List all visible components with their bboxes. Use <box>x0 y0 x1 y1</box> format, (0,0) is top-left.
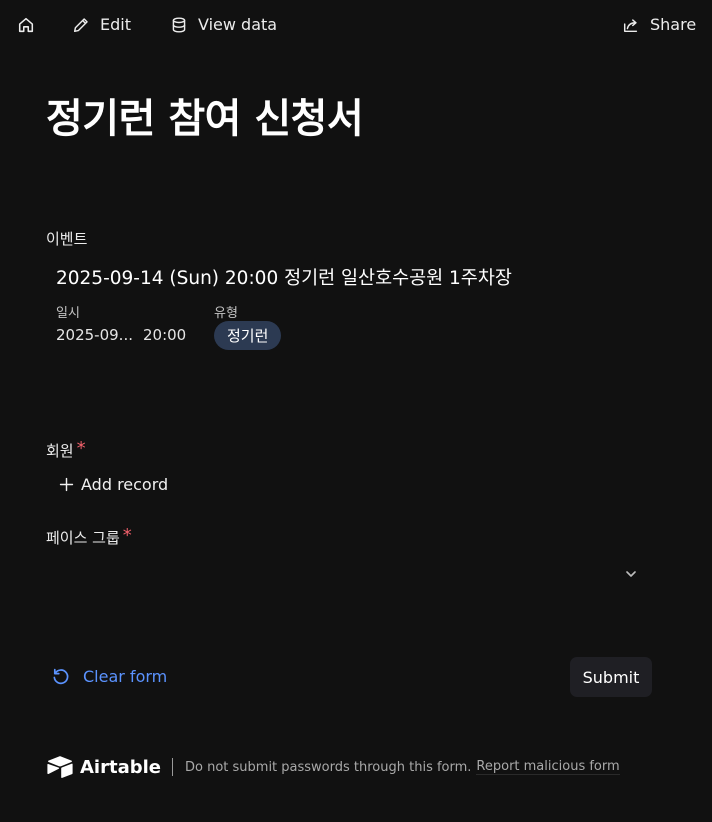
event-time-value: 20:00 <box>143 326 187 344</box>
pace-group-label-text: 페이스 그룹 <box>46 529 120 547</box>
pace-group-select[interactable] <box>46 556 652 596</box>
required-mark: * <box>122 525 132 546</box>
chevron-down-icon[interactable] <box>624 567 638 581</box>
view-data-label: View data <box>198 15 278 34</box>
view-data-button[interactable]: View data <box>170 15 277 34</box>
pace-group-field-label: 페이스 그룹 * <box>46 525 132 548</box>
member-field-label: 회원 * <box>46 438 86 461</box>
airtable-logo-icon <box>47 756 73 778</box>
share-label: Share <box>650 15 697 34</box>
event-field-label: 이벤트 <box>46 230 88 248</box>
event-type-pill: 정기런 <box>214 321 282 350</box>
brand-name: Airtable <box>80 756 161 778</box>
pencil-icon <box>73 17 88 32</box>
event-type-value: 정기런 <box>227 327 269 345</box>
database-icon <box>172 16 186 33</box>
edit-label: Edit <box>100 15 131 34</box>
home-button[interactable] <box>17 16 35 34</box>
footer: Airtable Do not submit passwords through… <box>46 753 620 781</box>
required-mark: * <box>76 438 86 459</box>
clear-form-label: Clear form <box>83 667 168 686</box>
edit-button[interactable]: Edit <box>72 15 131 34</box>
event-type-label: 유형 <box>214 306 238 321</box>
share-button[interactable]: Share <box>622 15 696 34</box>
footer-divider <box>172 758 173 776</box>
reset-icon <box>53 668 69 685</box>
add-record-label: Add record <box>81 475 169 494</box>
add-record-button[interactable]: Add record <box>58 475 168 494</box>
event-date-value: 2025-09... <box>56 326 133 344</box>
airtable-logo[interactable]: Airtable <box>46 755 161 779</box>
share-icon <box>623 18 638 32</box>
event-date-label: 일시 <box>56 306 80 321</box>
event-record-title: 2025-09-14 (Sun) 20:00 정기런 일산호수공원 1주차장 <box>56 268 512 289</box>
report-malicious-form-link[interactable]: Report malicious form <box>476 759 620 775</box>
clear-form-button[interactable]: Clear form <box>51 667 167 686</box>
plus-icon <box>59 477 74 492</box>
home-icon <box>18 17 34 33</box>
form-title: 정기런 참여 신청서 <box>46 96 364 142</box>
submit-button[interactable]: Submit <box>570 657 652 697</box>
footer-notice: Do not submit passwords through this for… <box>185 759 472 775</box>
member-label-text: 회원 <box>46 442 74 460</box>
